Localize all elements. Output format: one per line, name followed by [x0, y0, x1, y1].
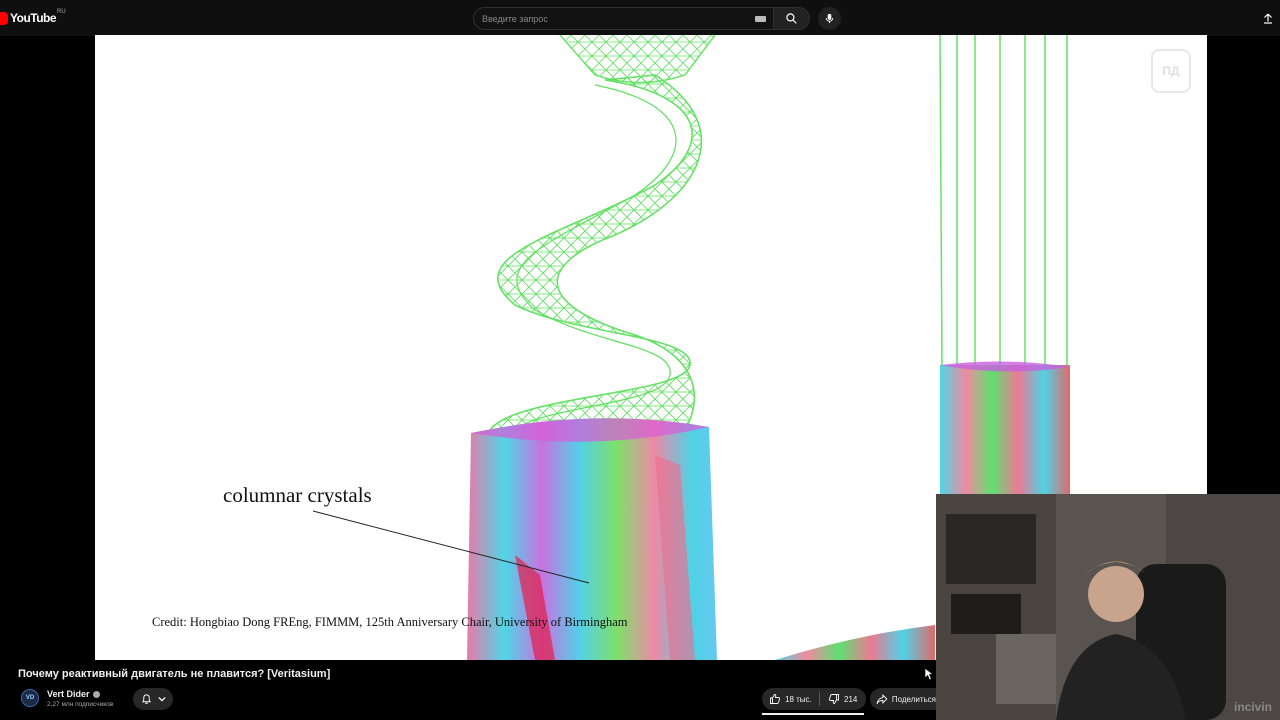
mouse-cursor-icon	[925, 668, 934, 681]
channel-name: Vert Dider	[47, 689, 90, 699]
video-title: Почему реактивный двигатель не плавится?…	[18, 668, 331, 680]
verified-icon	[92, 690, 100, 698]
webcam-watermark: incivin	[1233, 700, 1272, 714]
search-icon	[786, 13, 797, 24]
youtube-logo[interactable]: YouTube RU	[0, 9, 66, 27]
share-label: Поделиться	[891, 694, 936, 704]
share-button[interactable]: Поделиться	[870, 688, 936, 710]
like-dislike-group: 18 тыс. 214	[762, 688, 866, 710]
search-box[interactable]	[473, 7, 774, 30]
voice-search-button[interactable]	[818, 7, 841, 30]
like-progress-underline	[762, 713, 864, 715]
upload-button[interactable]	[1260, 10, 1276, 26]
thumbs-down-icon	[828, 694, 839, 704]
like-button[interactable]: 18 тыс.	[762, 688, 819, 710]
upload-icon	[1264, 13, 1272, 24]
channel-avatar[interactable]: VD	[21, 689, 39, 707]
streamer-webcam-image	[936, 494, 1280, 720]
share-icon	[876, 693, 888, 704]
keyboard-icon[interactable]	[755, 16, 766, 22]
chevron-down-icon	[157, 696, 166, 702]
search-button[interactable]	[774, 7, 810, 30]
notification-button[interactable]	[133, 688, 173, 710]
dislike-button[interactable]: 214	[820, 688, 866, 710]
dislike-count: 214	[844, 694, 858, 704]
annotation-label: columnar crystals	[223, 483, 372, 507]
bell-icon	[141, 694, 151, 705]
search-input[interactable]	[482, 12, 742, 26]
like-count: 18 тыс.	[785, 694, 812, 704]
youtube-play-icon	[0, 11, 8, 25]
logo-text: YouTube	[10, 11, 57, 25]
channel-watermark[interactable]: ПД	[1151, 49, 1191, 93]
top-bar: YouTube RU	[0, 0, 1280, 36]
webcam-overlay: incivin	[936, 494, 1280, 720]
credit-text: Credit: Hongbiao Dong FREng, FIMMM, 125t…	[152, 615, 628, 629]
subscriber-count: 2,27 млн подписчиков	[47, 701, 114, 708]
mic-icon	[825, 13, 834, 24]
thumbs-up-icon	[770, 694, 781, 704]
channel-name-link[interactable]: Vert Dider	[47, 689, 100, 699]
logo-region: RU	[57, 9, 66, 15]
